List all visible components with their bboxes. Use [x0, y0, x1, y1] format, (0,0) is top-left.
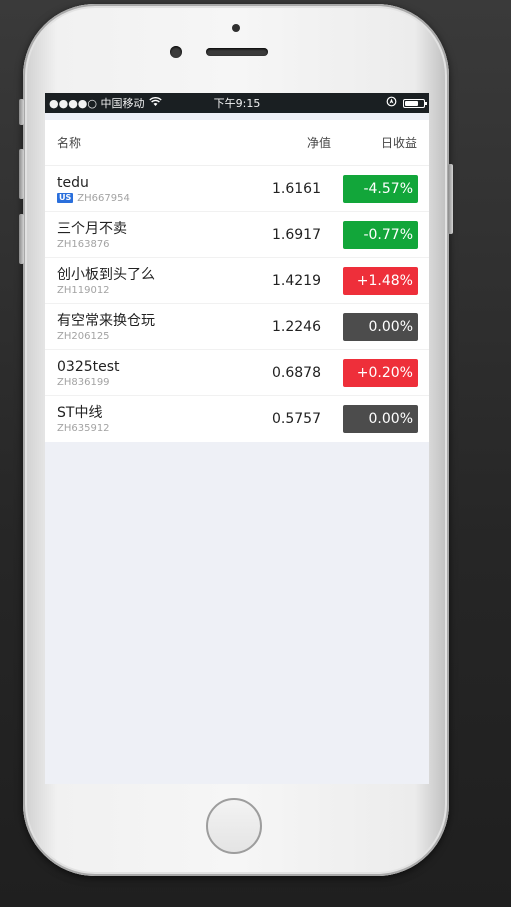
fund-nav: 1.2246: [272, 318, 321, 335]
header-nav[interactable]: 净值: [251, 134, 337, 151]
table-row[interactable]: 有空常来换仓玩 ZH206125 1.2246 0.00%: [45, 304, 429, 350]
market-badge: US: [57, 193, 74, 203]
fund-code: ZH119012: [57, 284, 110, 296]
daily-return-badge[interactable]: -0.77%: [343, 220, 418, 249]
proximity-sensor: [232, 24, 240, 32]
daily-return-badge[interactable]: +0.20%: [343, 358, 418, 387]
fund-code: ZH635912: [57, 423, 110, 434]
table-row[interactable]: 三个月不卖 ZH163876 1.6917 -0.77%: [45, 212, 429, 258]
fund-name-block: tedu US ZH667954: [45, 174, 241, 204]
volume-up-button: [19, 149, 24, 199]
fund-name: 三个月不卖: [57, 220, 127, 237]
fund-code-line: ZH836199: [57, 377, 241, 388]
battery-icon: [403, 98, 427, 108]
fund-nav: 1.4219: [272, 272, 321, 289]
fund-code-line: ZH635912: [57, 423, 241, 434]
location-icon: [386, 96, 397, 110]
fund-code-line: ZH206125: [57, 331, 241, 342]
table-row[interactable]: 创小板到头了么 ZH119012 1.4219 +1.48%: [45, 258, 429, 304]
fund-name-block: 三个月不卖 ZH163876: [45, 220, 241, 250]
top-spacer: [45, 113, 429, 120]
fund-nav: 1.6917: [272, 226, 321, 243]
home-button[interactable]: [206, 798, 262, 854]
fund-code-line: ZH119012: [57, 285, 241, 296]
fund-code-line: US ZH667954: [57, 193, 241, 204]
fund-nav: 1.6161: [272, 180, 321, 197]
table-row[interactable]: tedu US ZH667954 1.6161 -4.57%: [45, 166, 429, 212]
portfolio-table: 名称 净值 日收益 tedu US ZH667954 1.6161 -4.57%: [45, 120, 429, 442]
carrier-label: ●●●●○ 中国移动: [49, 97, 145, 110]
fund-name-block: 0325test ZH836199: [45, 358, 241, 388]
return-cell: 0.00%: [332, 405, 429, 433]
return-cell: -4.57%: [332, 174, 429, 203]
earpiece-speaker: [206, 48, 268, 56]
table-header: 名称 净值 日收益: [45, 120, 429, 166]
power-button: [448, 164, 453, 234]
fund-name: 创小板到头了么: [57, 266, 155, 283]
fund-name-block: 创小板到头了么 ZH119012: [45, 266, 241, 296]
daily-return-badge[interactable]: +1.48%: [343, 266, 418, 295]
table-row[interactable]: 0325test ZH836199 0.6878 +0.20%: [45, 350, 429, 396]
header-daily-return[interactable]: 日收益: [337, 134, 429, 151]
battery-level-fill: [405, 100, 418, 106]
volume-down-button: [19, 214, 24, 264]
fund-code: ZH667954: [77, 192, 130, 204]
fund-nav: 0.6878: [272, 364, 321, 381]
return-cell: +1.48%: [332, 266, 429, 295]
phone-screen: ●●●●○ 中国移动 下午9:15 名称 净值 日收益 tedu US ZH66…: [45, 93, 429, 784]
daily-return-badge[interactable]: 0.00%: [343, 405, 418, 433]
fund-code-line: ZH163876: [57, 239, 241, 250]
status-left: ●●●●○ 中国移动: [49, 95, 162, 111]
fund-nav: 0.5757: [272, 411, 321, 427]
fund-name: tedu: [57, 174, 89, 191]
fund-code: ZH206125: [57, 330, 110, 342]
silent-switch: [19, 99, 24, 125]
fund-code: ZH163876: [57, 238, 110, 250]
fund-name-block: 有空常来换仓玩 ZH206125: [45, 312, 241, 342]
fund-name: 有空常来换仓玩: [57, 312, 155, 329]
fund-code: ZH836199: [57, 376, 110, 388]
return-cell: +0.20%: [332, 358, 429, 387]
header-name[interactable]: 名称: [45, 134, 251, 151]
fund-name: ST中线: [57, 405, 103, 421]
fund-name: 0325test: [57, 358, 120, 375]
front-camera: [170, 46, 182, 58]
fund-name-block: ST中线 ZH635912: [45, 404, 241, 434]
wifi-icon: [148, 96, 162, 110]
daily-return-badge[interactable]: -4.57%: [343, 174, 418, 203]
status-right: [386, 96, 427, 110]
status-bar: ●●●●○ 中国移动 下午9:15: [45, 93, 429, 113]
return-cell: -0.77%: [332, 220, 429, 249]
device-stage: ●●●●○ 中国移动 下午9:15 名称 净值 日收益 tedu US ZH66…: [0, 0, 511, 907]
table-row[interactable]: ST中线 ZH635912 0.5757 0.00%: [45, 396, 429, 442]
return-cell: 0.00%: [332, 312, 429, 341]
daily-return-badge[interactable]: 0.00%: [343, 312, 418, 341]
